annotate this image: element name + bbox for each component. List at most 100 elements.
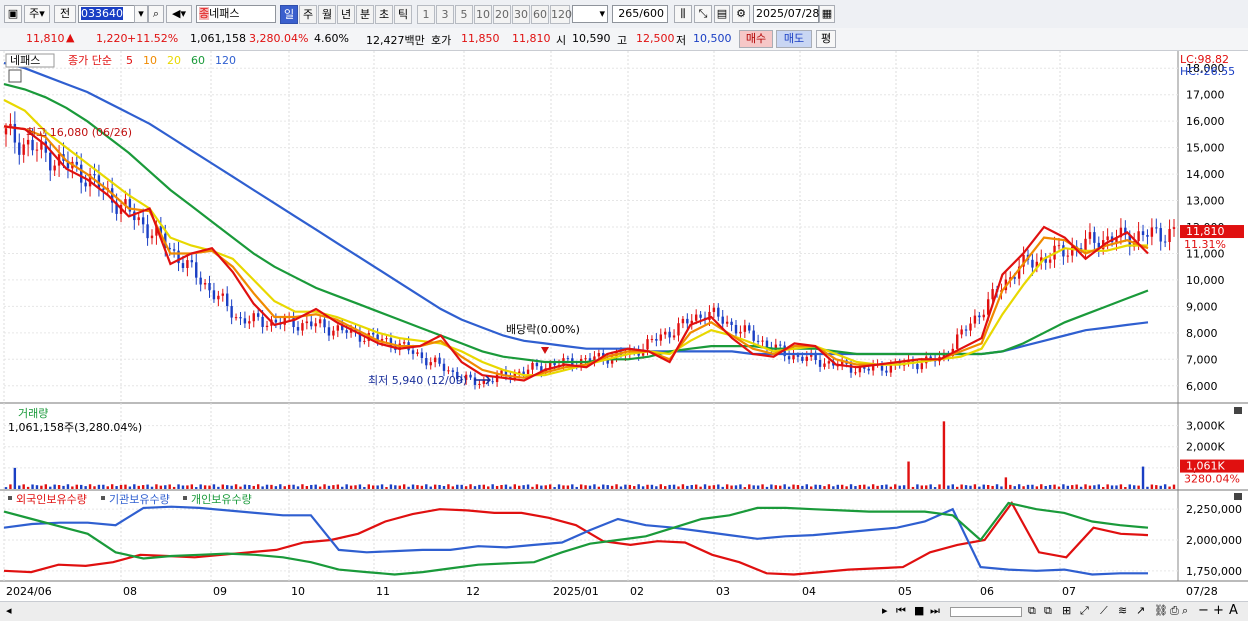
period-year[interactable]: 년 [337,5,355,24]
prev-button[interactable]: 전 [54,5,76,23]
save-icon[interactable]: ▤ [714,5,730,23]
chain-icon[interactable]: ⛓ [1154,604,1168,617]
line-tool-icon[interactable]: ⟋ [1100,604,1108,618]
zoom-in-icon[interactable]: + [1213,603,1224,618]
volume-bar [88,484,92,489]
volume-bar [1084,484,1087,489]
interval-1[interactable]: 1 [417,5,435,24]
interval-30[interactable]: 30 [512,5,530,24]
period-year-label: 년 [340,8,352,21]
candle-body [650,338,654,340]
interval-120[interactable]: 120 [550,5,572,24]
volume-bar [593,484,596,489]
copy-icon[interactable]: ⧉ [1044,604,1052,618]
scroll-right-icon[interactable]: ▸ [882,604,888,617]
rewind-icon[interactable]: ⏮ [896,604,906,618]
custom-interval-select[interactable]: ▾ [572,5,608,23]
volume-bar [106,486,109,489]
volume-bar [1150,484,1154,489]
interval-1-label: 1 [422,8,430,21]
volume-bar [628,484,632,489]
scroll-left-icon[interactable]: ◂ [6,604,12,617]
crosshair-icon[interactable]: ⊞ [1062,604,1071,617]
chart-background [0,51,1248,601]
volume-bar [1044,486,1047,489]
chart-scrollbar[interactable]: ◂ ▸ ⏮ ■ ⏭ ⧉ ⧉ ⊞ ⤢ ⟋ ≋ ↗ ⛓ ⎙ ⌕ − + A [0,601,1248,621]
volume-bar [1079,486,1083,489]
code-dropdown-icon[interactable]: ▾ [134,5,148,23]
speaker-icon[interactable]: ◀▾ [166,5,192,23]
volume-bar [456,484,459,489]
interval-5[interactable]: 5 [455,5,473,24]
volume-bar [13,467,17,489]
volume-bar [451,486,455,489]
custom-interval-dropdown-icon: ▾ [599,7,605,20]
stock-chart[interactable]: 2024/06 08 09 10 11 12 2025/01 02 03 04 05 06 07 07/2… [0,51,1248,601]
market-select[interactable]: 주▾ [24,5,50,23]
volume-bar [655,486,658,489]
price-y-tick: 6,000 [1186,380,1218,393]
volume-bar [62,485,65,489]
volume-bar [159,485,163,489]
volume-bar [66,484,70,489]
period-day[interactable]: 일 [280,5,298,24]
volume-bar [588,485,592,489]
sell-button[interactable]: 매도 [776,30,812,48]
font-size-icon[interactable]: A [1229,603,1238,618]
print-icon[interactable]: ⎙ [1170,604,1179,618]
period-second-label: 초 [378,8,390,21]
volume-bar [686,485,689,489]
interval-3[interactable]: 3 [436,5,454,24]
settings-icon[interactable]: ⚙ [732,5,750,23]
volume-bar [845,486,848,489]
volume-bar [469,484,472,489]
zoom-out-icon[interactable]: − [1198,603,1209,618]
volume-bar [372,485,375,489]
period-week[interactable]: 주 [299,5,317,24]
volume-bar [26,486,30,489]
price-y-tick: 13,000 [1186,195,1225,208]
layout-icon[interactable]: ⧉ [1028,604,1036,618]
code-input[interactable]: 033640 [78,5,136,23]
stock-name-field[interactable]: 종네패스 [196,5,276,23]
interval-10[interactable]: 10 [474,5,492,24]
candle-body [1031,259,1034,268]
count-input[interactable]: 265/600 [612,5,668,23]
volume-bar [124,484,127,489]
calendar-icon[interactable]: ▦ [819,5,835,23]
trend-icon[interactable]: ⤢ [1080,604,1089,618]
interval-20[interactable]: 20 [493,5,511,24]
volume-bar [694,484,698,489]
candle-type-icon[interactable]: ⫼ [674,5,692,23]
zoom-slider[interactable] [950,607,1022,617]
date-input[interactable]: 2025/07/28 [753,5,819,23]
volume-bar [57,485,61,489]
holdings-panel-close-icon [1234,493,1242,500]
volume-bar [827,484,831,489]
candle-body [53,165,56,171]
volume-bar [1093,485,1096,489]
volume-bar [482,484,486,489]
window-menu-icon[interactable]: ▣ [4,5,22,23]
forward-icon[interactable]: ⏭ [930,604,940,618]
period-second[interactable]: 초 [375,5,393,24]
period-month[interactable]: 월 [318,5,336,24]
stop-icon[interactable]: ■ [914,604,924,617]
interval-60[interactable]: 60 [531,5,549,24]
volume-bar [889,486,893,489]
period-minute[interactable]: 분 [356,5,374,24]
magnify-icon[interactable]: ⌕ [1182,604,1188,618]
candle-body [323,319,326,328]
candle-body [721,316,724,324]
candle-body [4,128,8,135]
avg-button[interactable]: 평 [816,30,836,48]
volume-bar [871,484,875,489]
search-icon[interactable]: ⌕ [148,5,164,23]
period-tick[interactable]: 틱 [394,5,412,24]
arrow-tool-icon[interactable]: ↗ [1136,604,1145,617]
draw-tool-icon[interactable]: ⤡ [694,5,712,23]
volume-bar [951,484,954,489]
fib-icon[interactable]: ≋ [1118,604,1127,617]
candle-body [261,316,264,327]
buy-button[interactable]: 매수 [739,30,773,48]
